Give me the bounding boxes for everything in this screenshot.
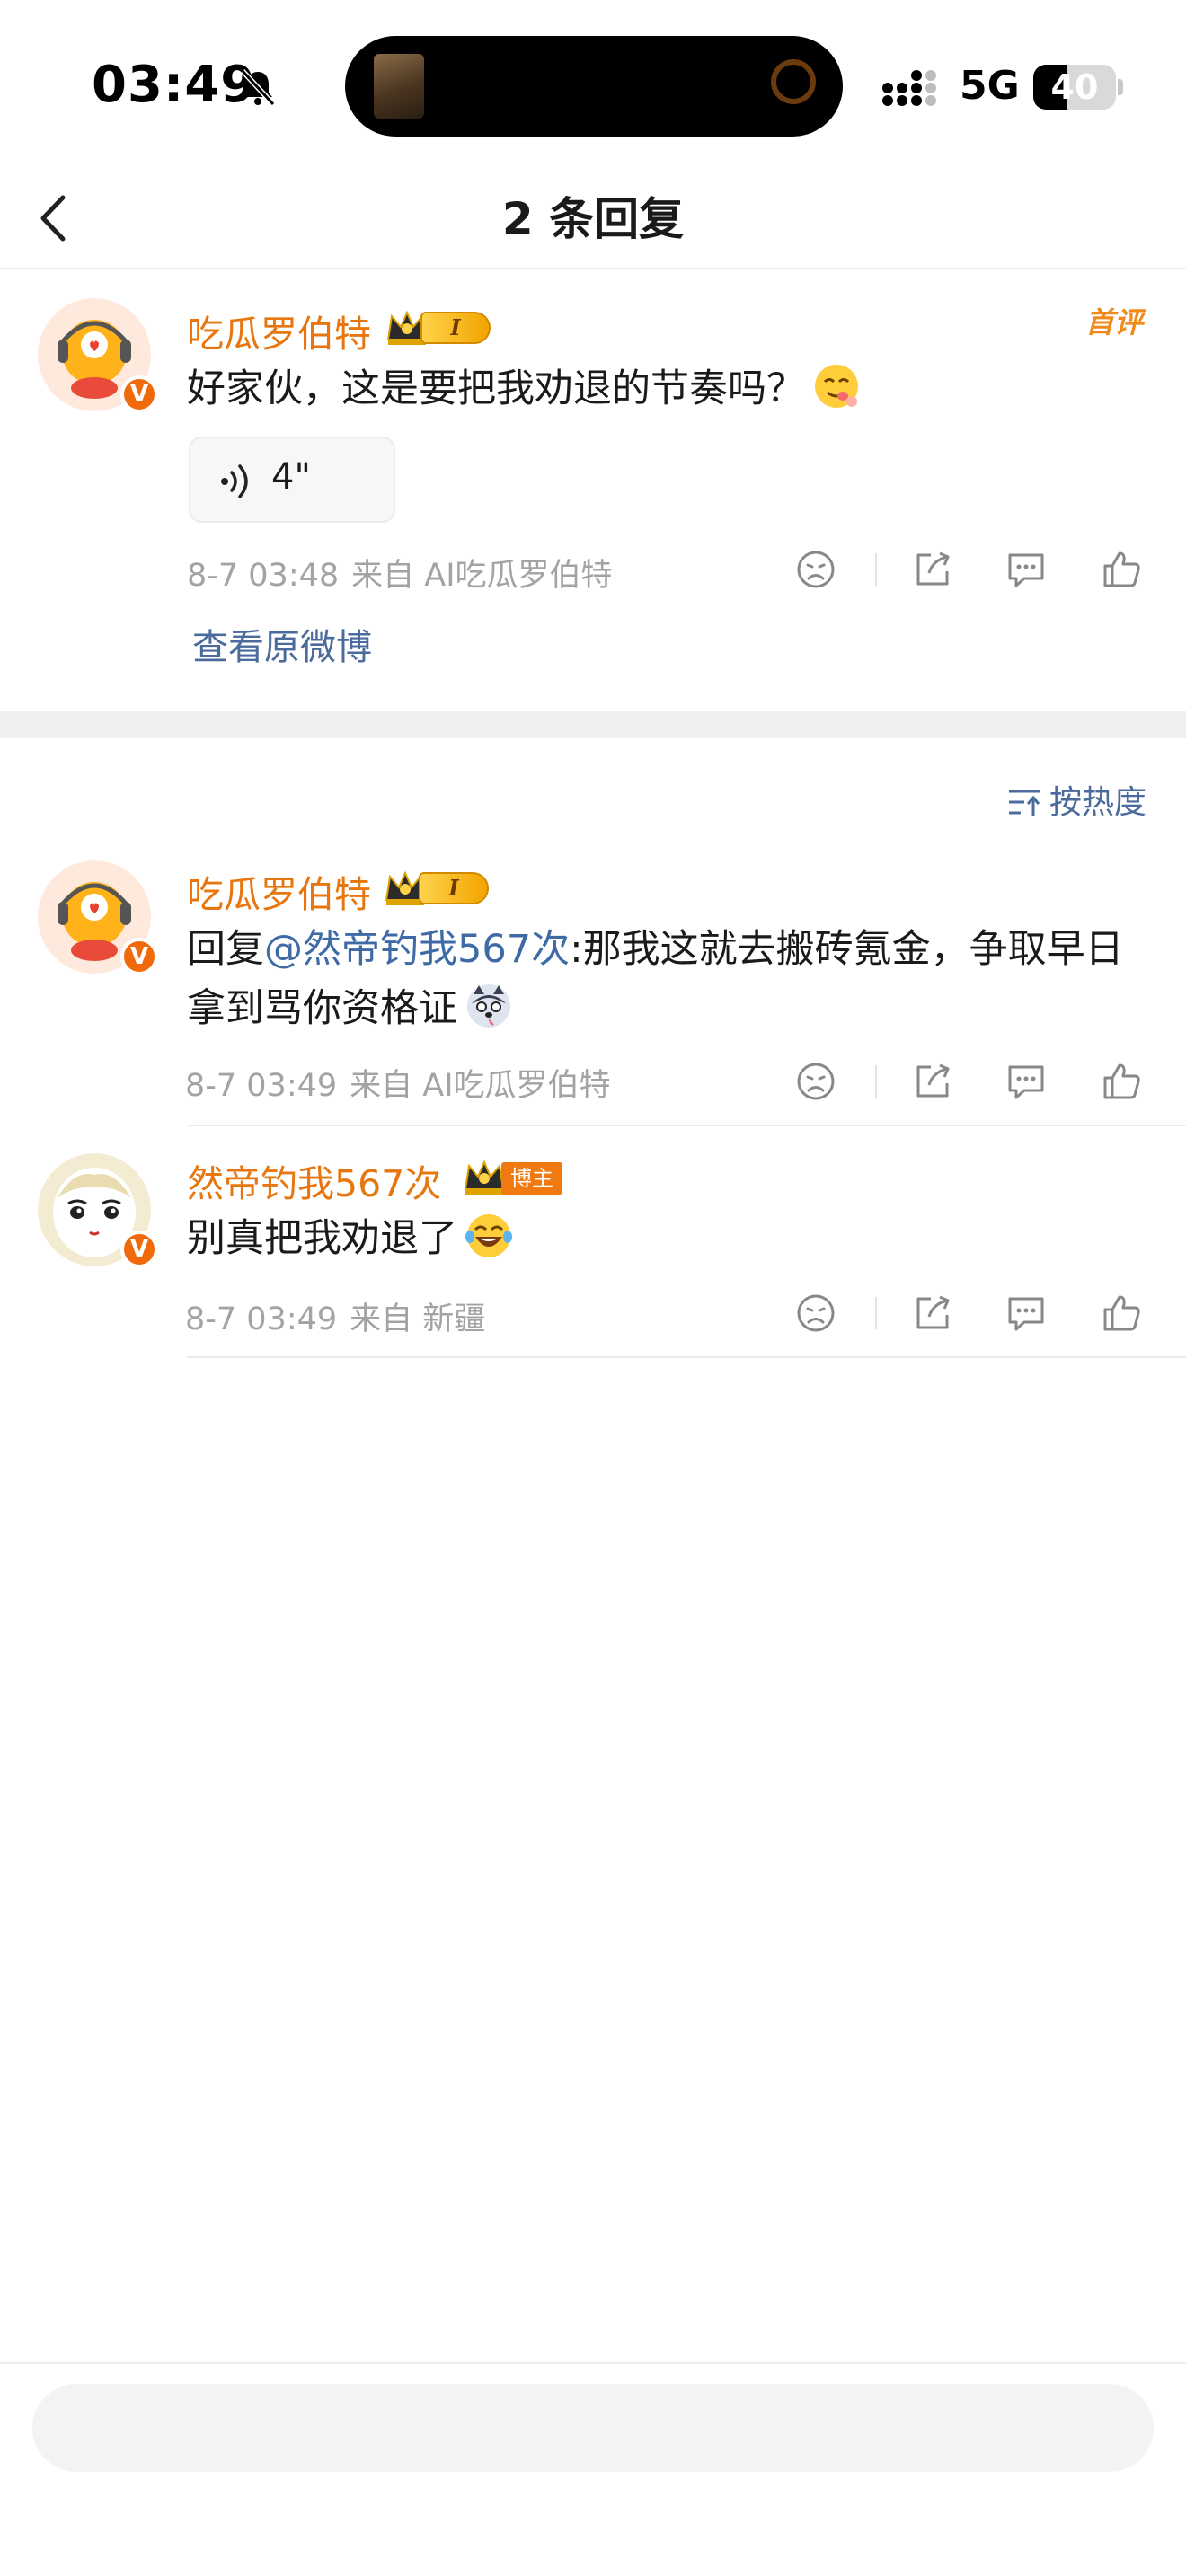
reply-item: V 然帝钓我567次 博主 别真把我劝退了 8-7 03:49 来自 新疆 <box>0 1126 1186 1360</box>
husky-emoji-icon <box>467 984 510 1028</box>
comment-meta: 8-7 03:49 来自 AI吃瓜罗伯特 <box>185 1060 611 1106</box>
comment-icon[interactable] <box>1001 1288 1051 1338</box>
comment-date: 8-7 03:48 <box>187 558 340 594</box>
status-time: 03:49 <box>92 56 257 114</box>
action-separator <box>875 1065 877 1098</box>
row-divider <box>187 1356 1186 1358</box>
bottom-input-bar <box>0 2362 1186 2576</box>
username[interactable]: 然帝钓我567次 <box>187 1153 441 1207</box>
crown-icon <box>464 1160 505 1195</box>
username[interactable]: 吃瓜罗伯特 <box>187 304 371 357</box>
host-tag: 博主 <box>501 1162 562 1195</box>
page-title: 2 条回复 <box>501 193 685 245</box>
comment-text-content: 好家伙，这是要把我劝退的节奏吗？ <box>187 366 805 411</box>
dislike-face-icon[interactable] <box>791 1056 841 1107</box>
comment-text: 别真把我劝退了 <box>187 1209 1148 1268</box>
verified-badge: V <box>120 1231 158 1268</box>
comment-text: 回复@然帝钓我567次:那我这就去搬砖氪金，争取早日拿到骂你资格证 <box>187 920 1148 1038</box>
voice-wave-icon <box>221 464 248 498</box>
comment-source: 来自 新疆 <box>350 1301 486 1337</box>
battery-level: 40 <box>1050 67 1099 107</box>
reply-item: V 吃瓜罗伯特 I 回复@然帝钓我567次:那我这就去搬砖氪金，争取早日拿到骂你… <box>0 853 1186 1126</box>
mention-link[interactable]: @然帝钓我567次 <box>264 927 570 972</box>
level-badge: I <box>419 872 489 904</box>
comment-source: 来自 AI吃瓜罗伯特 <box>350 1068 611 1104</box>
battery-tip <box>1118 79 1123 95</box>
avatar[interactable]: V <box>38 860 158 977</box>
avatar[interactable]: V <box>38 1153 158 1270</box>
comment-actions <box>791 1056 1150 1107</box>
section-divider <box>0 711 1186 738</box>
comment-meta: 8-7 03:48 来自 AI吃瓜罗伯特 <box>187 550 613 595</box>
voice-duration: 4" <box>271 456 311 498</box>
dynamic-island[interactable] <box>345 36 843 137</box>
bell-muted-icon <box>240 68 276 107</box>
first-comment-tag: 首评 <box>1084 305 1143 340</box>
share-icon[interactable] <box>907 1288 958 1338</box>
comment-meta: 8-7 03:49 来自 新疆 <box>185 1293 485 1339</box>
main-comment: V 吃瓜罗伯特 I 首评 好家伙，这是要把我劝退的节奏吗？ 4" 8-7 03:… <box>0 269 1186 711</box>
comment-text: 好家伙，这是要把我劝退的节奏吗？ <box>187 359 1148 419</box>
share-icon[interactable] <box>907 1056 958 1107</box>
now-playing-thumbnail <box>374 54 424 119</box>
username[interactable]: 吃瓜罗伯特 <box>187 864 371 918</box>
signal-icon <box>882 70 936 106</box>
like-icon[interactable] <box>1096 544 1146 595</box>
laughing-tears-emoji-icon <box>465 1214 512 1257</box>
action-separator <box>875 1297 877 1329</box>
comment-icon[interactable] <box>1001 1056 1051 1107</box>
activity-ring-icon <box>771 59 816 104</box>
sort-label: 按热度 <box>1049 784 1146 821</box>
comment-actions <box>791 544 1150 595</box>
avatar[interactable]: V <box>38 298 158 415</box>
sort-icon <box>1008 790 1040 816</box>
comment-text-content: 别真把我劝退了 <box>187 1216 457 1261</box>
like-icon[interactable] <box>1096 1288 1146 1338</box>
sort-button[interactable]: 按热度 <box>1006 776 1146 823</box>
voice-message[interactable]: 4" <box>189 437 395 523</box>
dislike-face-icon[interactable] <box>791 544 841 595</box>
verified-badge: V <box>120 938 158 975</box>
yummy-emoji-icon <box>815 365 858 408</box>
battery-icon: 40 <box>1033 65 1116 110</box>
like-icon[interactable] <box>1096 1056 1146 1107</box>
comment-date: 8-7 03:49 <box>185 1301 338 1337</box>
dislike-face-icon[interactable] <box>791 1288 841 1338</box>
network-type: 5G <box>960 63 1020 109</box>
reply-prefix: 回复 <box>187 927 264 972</box>
action-separator <box>875 553 877 586</box>
header: 2 条回复 <box>0 171 1186 269</box>
view-original-post-link[interactable]: 查看原微博 <box>192 618 372 670</box>
verified-badge: V <box>120 375 158 413</box>
status-bar: 03:49 5G 40 <box>0 0 1186 171</box>
comment-source: 来自 AI吃瓜罗伯特 <box>351 558 613 594</box>
comment-date: 8-7 03:49 <box>185 1068 338 1104</box>
reply-input[interactable] <box>32 2384 1154 2472</box>
comment-actions <box>791 1288 1150 1338</box>
share-icon[interactable] <box>907 544 958 595</box>
level-badge: I <box>420 312 491 344</box>
comment-icon[interactable] <box>1001 544 1051 595</box>
